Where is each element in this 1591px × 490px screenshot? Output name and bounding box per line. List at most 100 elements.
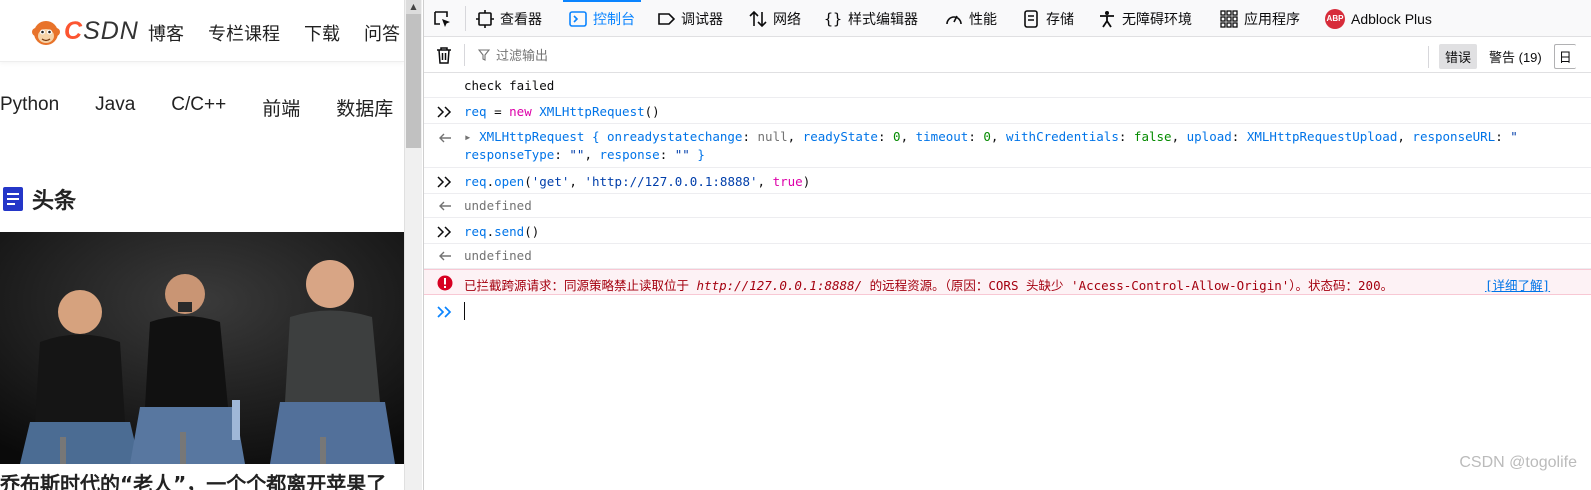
tab-application[interactable]: 应用程序 [1220, 0, 1300, 37]
object-token: } [689, 147, 705, 162]
console-log-row: check failed [424, 74, 1591, 98]
code-token: req [464, 174, 487, 189]
element-picker-icon[interactable] [432, 9, 452, 29]
code-token: new [509, 104, 532, 119]
code-token: req [464, 224, 487, 239]
object-token: " [1510, 129, 1518, 144]
category-cpp[interactable]: C/C++ [171, 94, 226, 121]
article-photo-image [0, 232, 404, 464]
console-icon [569, 10, 587, 27]
tab-storage-label: 存储 [1046, 10, 1074, 27]
tab-adblock-plus-label: Adblock Plus [1351, 10, 1432, 27]
input-chevron-icon [437, 106, 452, 118]
category-frontend[interactable]: 前端 [262, 94, 300, 121]
result-arrow-icon [439, 201, 451, 211]
tab-style-editor-label: 样式编辑器 [848, 10, 918, 27]
tab-accessibility[interactable]: 无障碍环境 [1098, 0, 1192, 37]
object-token: response [599, 147, 660, 162]
top-nav-item-courses[interactable]: 专栏课程 [208, 20, 280, 46]
tab-console[interactable]: 控制台 [563, 0, 641, 37]
tab-adblock-plus[interactable]: ABP Adblock Plus [1325, 0, 1432, 37]
code-token: req [464, 104, 487, 119]
prompt-chevron-icon [437, 306, 452, 318]
object-token: null [757, 129, 788, 144]
object-token: upload [1186, 129, 1232, 144]
object-token: 0 [893, 129, 901, 144]
network-icon [749, 10, 767, 27]
console-filter-bar: 错误 警告 (19) 日 [424, 38, 1591, 73]
filter-warnings-button[interactable]: 警告 (19) [1483, 44, 1548, 69]
result-arrow-icon [439, 133, 451, 143]
tab-network[interactable]: 网络 [749, 0, 801, 37]
log-level-filters: 错误 警告 (19) 日 [1428, 44, 1576, 69]
article-photo[interactable] [0, 232, 404, 464]
tab-performance-label: 性能 [969, 10, 997, 27]
code-token: () [644, 104, 660, 119]
tab-debugger[interactable]: 调试器 [657, 0, 723, 37]
style-editor-icon: {} [824, 9, 843, 28]
console-input-row: req = new XMLHttpRequest() [424, 98, 1591, 124]
filter-logs-button[interactable]: 日 [1553, 44, 1576, 69]
object-token: responseURL [1412, 129, 1496, 144]
console-input-row: req.send() [424, 218, 1591, 244]
error-message: 已拦截跨源请求：同源策略禁止读取位于 http://127.0.0.1:8888… [464, 275, 1393, 294]
console-error-row: 已拦截跨源请求：同源策略禁止读取位于 http://127.0.0.1:8888… [424, 269, 1591, 295]
filter-errors-button[interactable]: 错误 [1439, 44, 1478, 69]
watermark: CSDN @togolife [1459, 454, 1577, 471]
filter-separator [464, 44, 465, 66]
category-python[interactable]: Python [0, 94, 59, 121]
tab-accessibility-label: 无障碍环境 [1122, 10, 1192, 27]
console-result-row: ▸ XMLHttpRequest { onreadystatechange: n… [424, 124, 1591, 168]
trash-icon[interactable] [436, 46, 452, 64]
error-suffix: 的远程资源。（原因：CORS 头缺少 'Access-Control-Allow… [862, 278, 1394, 293]
code-token: 'get' [531, 174, 570, 189]
error-prefix: 已拦截跨源请求：同源策略禁止读取位于 [464, 278, 697, 293]
top-nav-item-qa[interactable]: 问答 [364, 20, 400, 46]
input-chevron-icon [437, 176, 452, 188]
filter-output-input[interactable] [476, 44, 876, 66]
console-output: check failed req = new XMLHttpRequest() … [424, 74, 1591, 490]
object-token: withCredentials [1005, 129, 1119, 144]
scroll-up-arrow-icon[interactable]: ▲ [406, 0, 421, 14]
section-title: 头条 [32, 189, 77, 214]
tab-storage[interactable]: 存储 [1022, 0, 1074, 37]
category-java[interactable]: Java [95, 94, 135, 121]
object-token: "" [674, 147, 690, 162]
learn-more-link[interactable]: [详细了解] [1485, 275, 1550, 294]
article-caption[interactable]: 乔布斯时代的“老人”，一个个都离开苹果了 [0, 468, 386, 490]
object-token: timeout [915, 129, 969, 144]
storage-icon [1024, 9, 1038, 28]
top-nav-item-blog[interactable]: 博客 [148, 20, 184, 46]
tab-inspector-label: 查看器 [500, 10, 542, 27]
inspector-icon [476, 9, 494, 28]
webpage-viewport: CSDN 博客 专栏课程 下载 问答 Python Java C/C++ 前端 … [0, 0, 404, 490]
object-token: readyState [802, 129, 878, 144]
category-database[interactable]: 数据库 [336, 94, 393, 121]
tab-performance[interactable]: 性能 [945, 0, 997, 37]
object-token: responseType [464, 147, 555, 162]
tab-style-editor[interactable]: {} 样式编辑器 [824, 0, 918, 37]
code-token: send [494, 224, 525, 239]
csdn-logo-text[interactable]: CSDN [64, 17, 139, 46]
code-token: open [494, 174, 525, 189]
code-token: 'http://127.0.0.1:8888' [584, 174, 758, 189]
csdn-monkey-logo-icon[interactable] [30, 16, 62, 48]
tab-debugger-label: 调试器 [681, 10, 723, 27]
page-scrollbar-thumb[interactable] [406, 0, 421, 148]
toolbar-separator [465, 6, 466, 31]
devtools-panel: 查看器 控制台 调试器 网络 {} 样式编辑器 性能 存储 无障碍环境 应用程序… [423, 0, 1591, 490]
console-result-row: undefined [424, 194, 1591, 218]
top-nav-item-download[interactable]: 下载 [304, 20, 340, 46]
error-icon [437, 275, 453, 291]
console-input-prompt[interactable] [424, 295, 1591, 490]
result-value: undefined [464, 198, 532, 213]
object-preview[interactable]: ▸ XMLHttpRequest { onreadystatechange: n… [464, 129, 1518, 144]
code-token: = [486, 104, 510, 119]
log-message: check failed [464, 78, 555, 93]
input-chevron-icon [437, 226, 452, 238]
object-token: 0 [983, 129, 991, 144]
tab-inspector[interactable]: 查看器 [476, 0, 542, 37]
object-token: XMLHttpRequestUpload [1246, 129, 1398, 144]
expand-triangle-icon[interactable]: ▸ [464, 129, 479, 144]
accessibility-icon [1100, 10, 1114, 27]
